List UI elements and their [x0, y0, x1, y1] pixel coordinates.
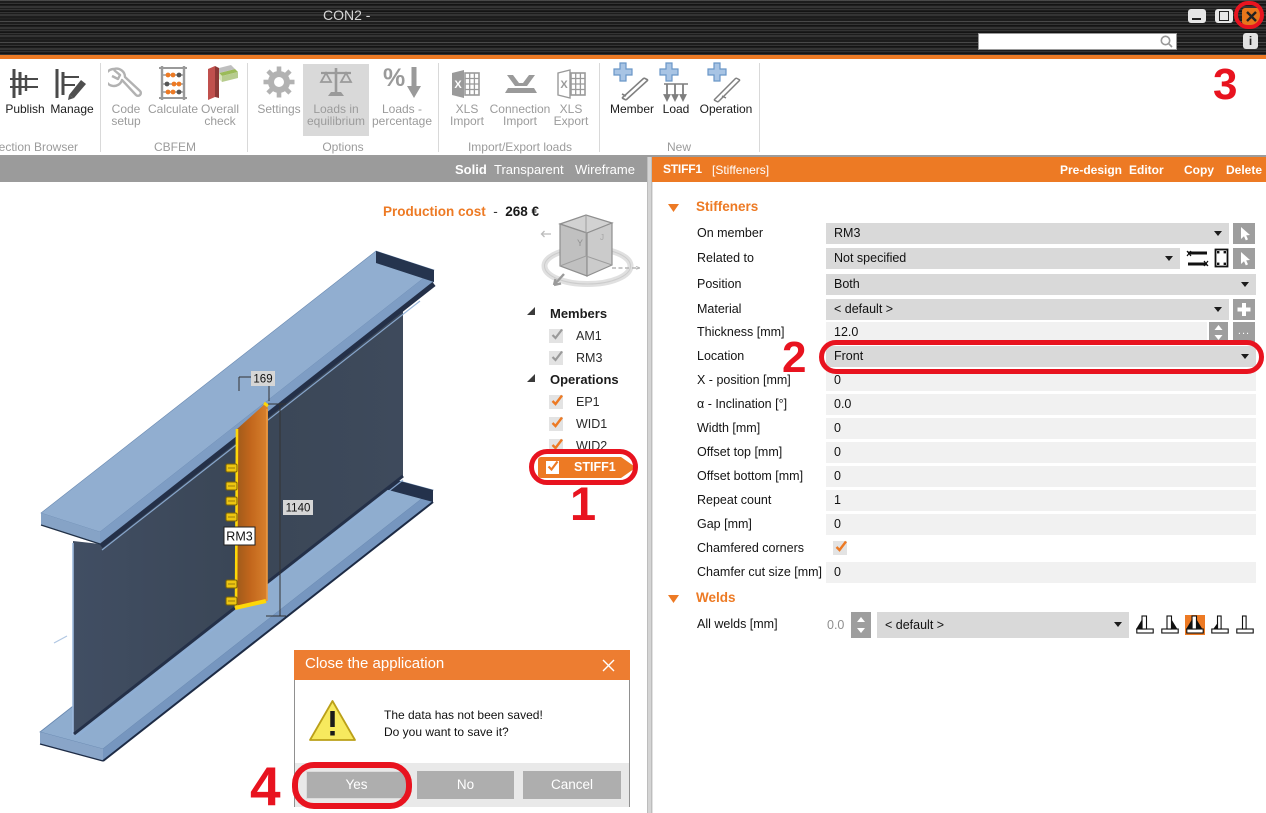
svg-text:1140: 1140	[286, 503, 311, 515]
svg-text:J: J	[600, 233, 604, 242]
svg-text:RM3: RM3	[226, 530, 252, 544]
svg-text:Y: Y	[577, 238, 583, 248]
svg-text:169: 169	[253, 374, 272, 386]
